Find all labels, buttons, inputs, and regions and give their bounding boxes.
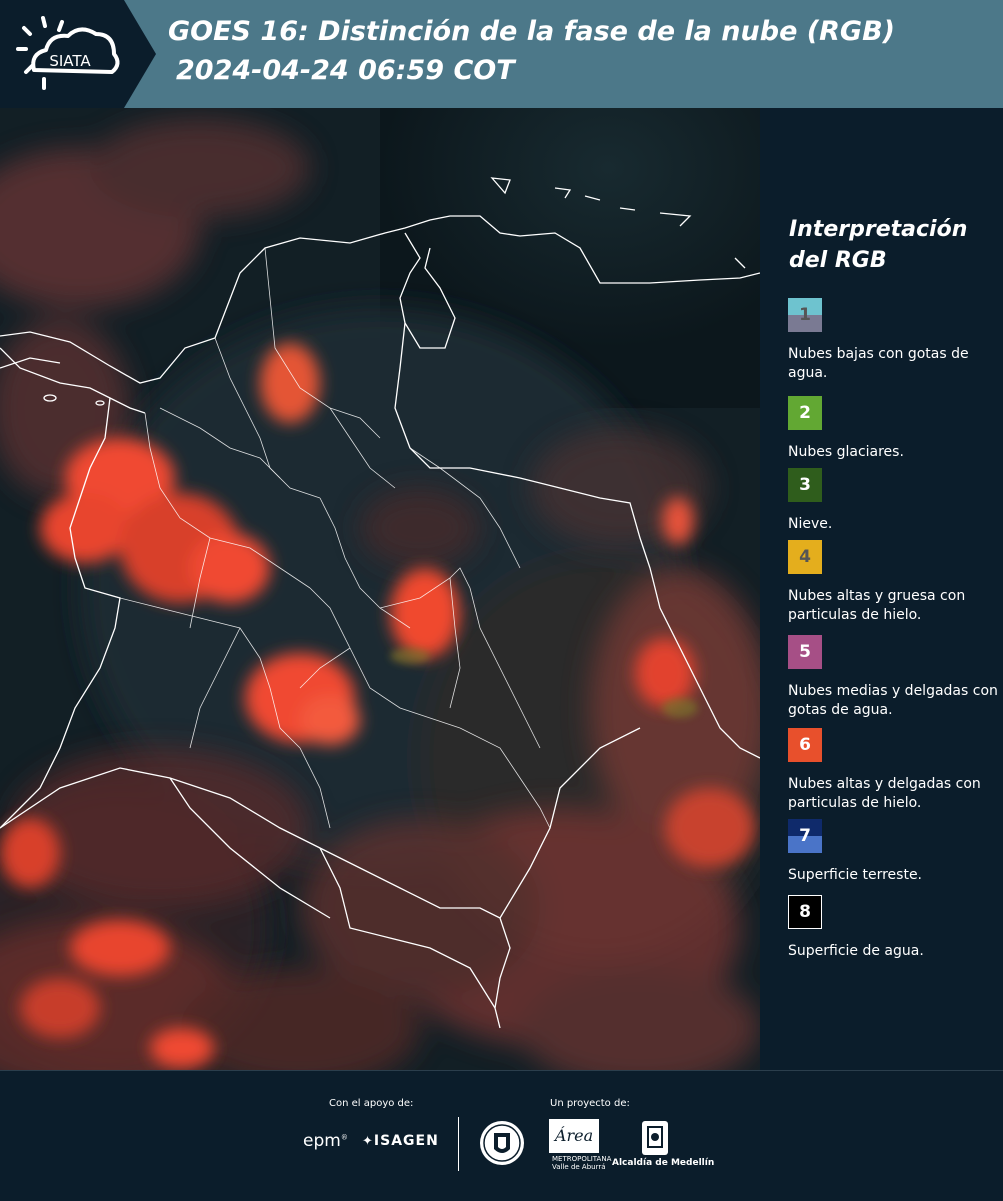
project-caption: Un proyecto de: [550, 1098, 630, 1109]
legend-label: Superficie de agua. [788, 943, 924, 959]
isagen-logo: ✦ISAGEN [362, 1133, 439, 1149]
legend-number: 1 [799, 305, 811, 325]
legend-number: 4 [799, 547, 811, 567]
legend-label: Nubes altas y gruesa con particulas de h… [788, 588, 966, 623]
legend-number: 6 [799, 735, 811, 755]
epm-logo: epm® [303, 1131, 348, 1151]
legend-label: Nubes altas y delgadas con particulas de… [788, 776, 981, 811]
legend-label: Nubes bajas con gotas de agua. [788, 346, 969, 381]
legend-swatch-7: 7 [788, 819, 822, 853]
alcaldia-text: Alcaldía de Medellín [612, 1158, 715, 1168]
area-metropolitana-logo: Área [549, 1119, 599, 1153]
brand-text: SIATA [49, 52, 91, 70]
map-svg [0, 108, 760, 1070]
legend-swatch-1: 1 [788, 298, 822, 332]
legend-label: Nubes glaciares. [788, 444, 904, 460]
legend-number: 2 [799, 403, 811, 423]
legend-number: 7 [799, 826, 811, 846]
isagen-icon: ✦ [362, 1134, 374, 1149]
legend-panel: Interpretación del RGB 1 Nubes bajas con… [760, 108, 1003, 1070]
seal-icon [480, 1121, 524, 1165]
page-title: GOES 16: Distinción de la fase de la nub… [168, 16, 895, 47]
footer-divider [458, 1117, 459, 1171]
support-caption: Con el apoyo de: [329, 1098, 414, 1109]
logo-panel: SIATA [0, 0, 156, 108]
legend-swatch-4: 4 [788, 540, 822, 574]
legend-label: Nubes medias y delgadas con gotas de agu… [788, 683, 998, 718]
satellite-map [0, 108, 760, 1070]
legend-label: Nieve. [788, 516, 833, 532]
legend-swatch-8: 8 [788, 895, 822, 929]
legend-swatch-3: 3 [788, 468, 822, 502]
siata-logo: SIATA [16, 16, 120, 90]
legend-number: 3 [799, 475, 811, 495]
header: SIATA GOES 16: Distinción de la fase de … [0, 0, 1003, 108]
legend-number: 5 [799, 642, 811, 662]
area-text-logo: Área [553, 1125, 593, 1145]
alcaldia-crest-icon [642, 1121, 668, 1155]
area-subtitle: METROPOLITANA Valle de Aburrá [552, 1155, 612, 1171]
epm-text: epm [303, 1131, 341, 1151]
isagen-text: ISAGEN [373, 1133, 439, 1149]
legend-title: Interpretación del RGB [789, 217, 968, 273]
timestamp: 2024-04-24 06:59 COT [176, 55, 515, 86]
legend-swatch-5: 5 [788, 635, 822, 669]
legend-swatch-2: 2 [788, 396, 822, 430]
legend-number: 8 [799, 902, 811, 922]
legend-swatch-6: 6 [788, 728, 822, 762]
legend-label: Superficie terreste. [788, 867, 923, 883]
footer: Con el apoyo de: Un proyecto de: epm® ✦I… [0, 1070, 1003, 1201]
